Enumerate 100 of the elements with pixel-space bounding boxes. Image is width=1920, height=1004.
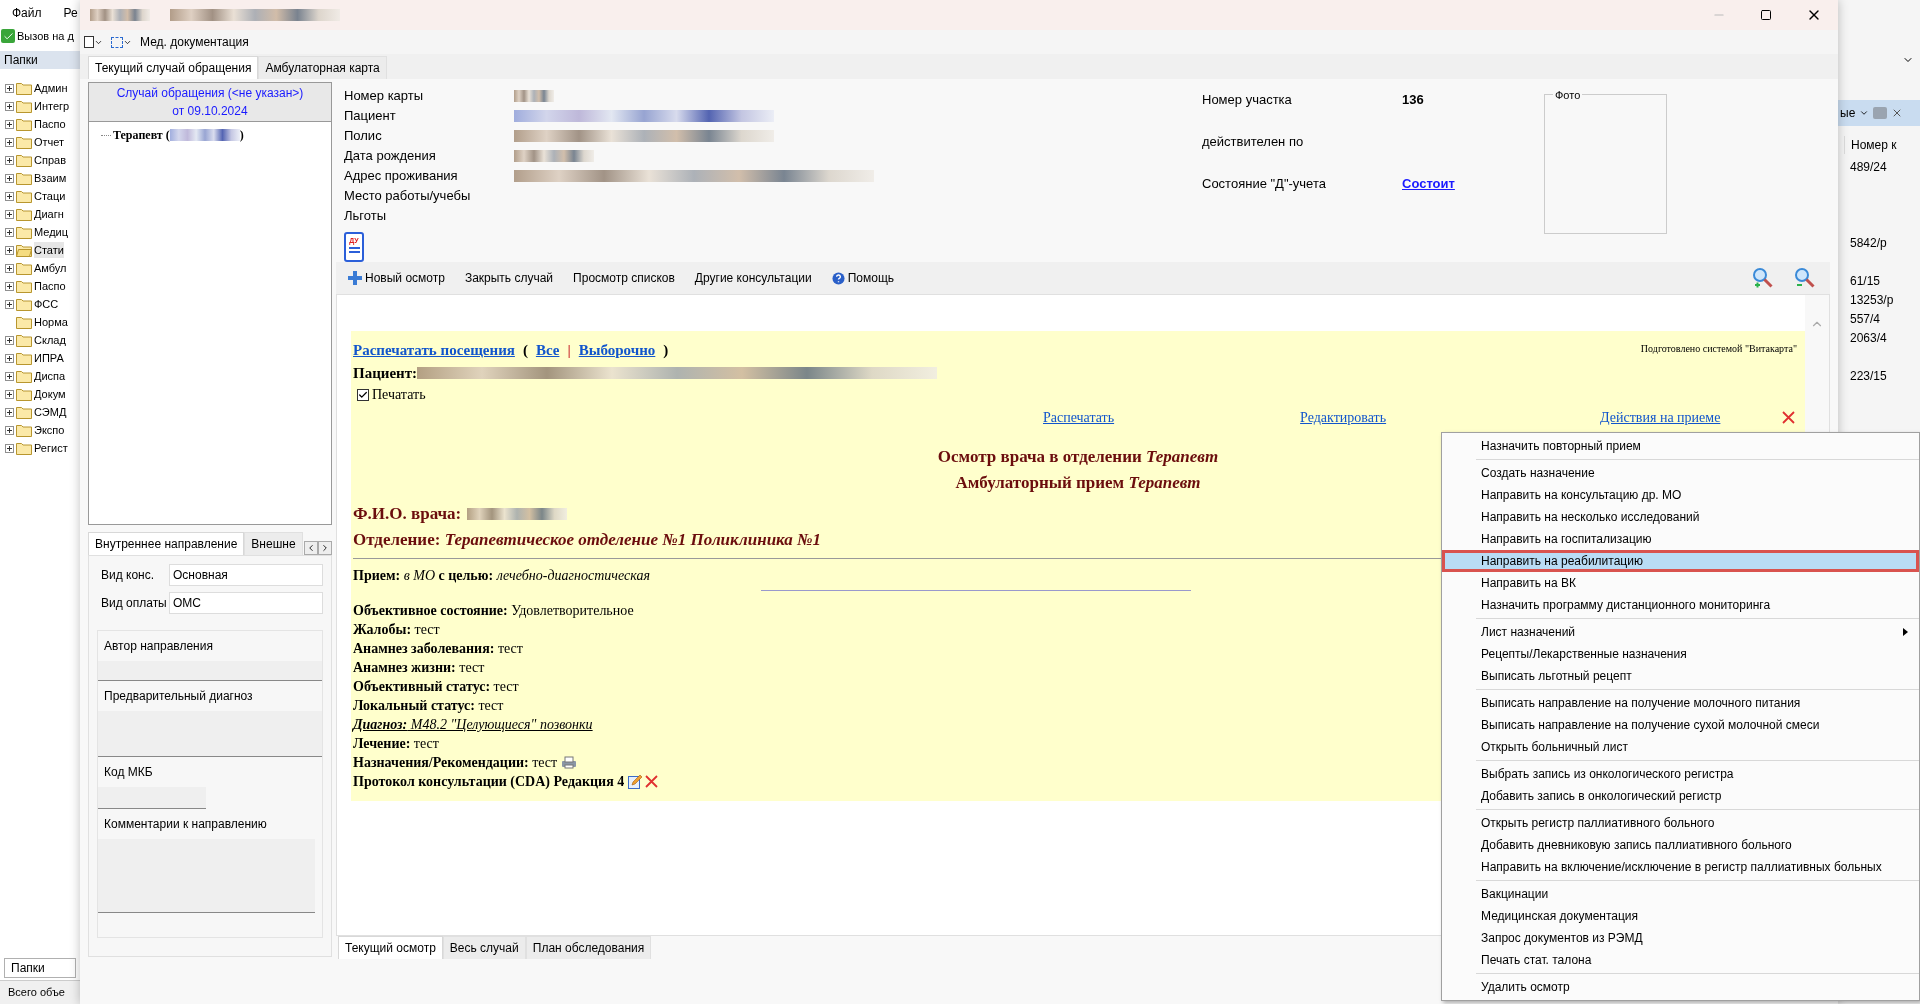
menu-item[interactable]: Выписать льготный рецепт	[1442, 665, 1919, 687]
print-checkbox[interactable]	[357, 388, 369, 401]
toolbar-button[interactable]: Новый осмотр	[348, 269, 445, 287]
expand-icon[interactable]	[5, 425, 14, 435]
case-title[interactable]: Случай обращения (<не указан>)	[116, 84, 304, 102]
expand-icon[interactable]	[5, 407, 14, 417]
all-link[interactable]: Все	[535, 339, 560, 362]
folder-item[interactable]: Отчет	[34, 133, 65, 151]
actions-link[interactable]: Действия на приеме	[1600, 407, 1721, 428]
expand-icon[interactable]	[5, 245, 14, 255]
menu-item[interactable]: Печать стат. талона	[1442, 949, 1919, 971]
menu-item[interactable]: Вакцинации	[1442, 883, 1919, 905]
menu-item[interactable]: Выписать направление на получение сухой молочной смеси	[1442, 714, 1919, 736]
toolbar-button[interactable]: Другие консультации	[694, 269, 812, 287]
folder-item[interactable]: Диспа	[34, 367, 66, 385]
input-field[interactable]	[98, 661, 322, 681]
menu-item[interactable]: Направить на госпитализацию	[1442, 528, 1919, 550]
menu-item[interactable]: Открыть регистр паллиативного больного	[1442, 812, 1919, 834]
input-field[interactable]: ОМС	[169, 592, 323, 614]
menu-item[interactable]: Направить на ВК	[1442, 572, 1919, 594]
import-icon[interactable]	[111, 36, 132, 48]
tab[interactable]: Текущий осмотр	[338, 936, 443, 959]
report-icon[interactable]	[84, 36, 103, 48]
case-date[interactable]: от 09.10.2024	[172, 102, 248, 120]
menu-item[interactable]: Добавить дневниковую запись паллиативного больного	[1442, 834, 1919, 856]
print-link[interactable]: Распечатать	[1043, 407, 1115, 428]
toolbar-button[interactable]: Вызов на д	[0, 25, 75, 47]
menu-item[interactable]: Направить на несколько исследований	[1442, 506, 1919, 528]
menu-item[interactable]: Добавить запись в онкологический регистр	[1442, 785, 1919, 807]
menu-item[interactable]: Удалить осмотр	[1442, 976, 1919, 998]
menu-item[interactable]: Запрос документов из РЭМД	[1442, 927, 1919, 949]
menu-item[interactable]: Выписать направление на получение молочного питания	[1442, 692, 1919, 714]
folder-item[interactable]: Стати	[34, 241, 64, 259]
folder-item[interactable]: Норма	[34, 313, 68, 331]
folder-item[interactable]: СЭМД	[34, 403, 67, 421]
folder-item[interactable]: Интегр	[34, 97, 70, 115]
tab[interactable]: Внутреннее направление	[88, 532, 245, 555]
expand-icon[interactable]	[5, 191, 14, 201]
menu-item[interactable]: Файл	[12, 3, 42, 22]
selective-link[interactable]: Выборочно	[578, 339, 656, 362]
expand-icon[interactable]	[5, 353, 14, 363]
tab[interactable]: Внешне	[244, 532, 303, 555]
menu-item[interactable]: Лист назначений	[1442, 621, 1919, 643]
folder-item[interactable]: Амбул	[34, 259, 67, 277]
folder-item[interactable]: Справ	[34, 151, 66, 169]
toolbar-button[interactable]: Помощь	[831, 269, 895, 287]
folder-item[interactable]: Стаци	[34, 187, 66, 205]
input-field[interactable]	[98, 787, 206, 809]
expand-icon[interactable]	[5, 83, 14, 93]
input-field[interactable]: Основная	[169, 564, 323, 586]
folder-item[interactable]: ФСС	[34, 295, 59, 313]
folder-item[interactable]: Регист	[34, 439, 68, 457]
menu-item[interactable]: Рецепты/Лекарственные назначения	[1442, 643, 1919, 665]
menu-item[interactable]: Направить на реабилитацию	[1442, 550, 1919, 572]
expand-icon[interactable]	[5, 299, 14, 309]
toolbar-button[interactable]: Мед. документация	[140, 33, 249, 51]
expand-icon[interactable]	[5, 335, 14, 345]
expand-icon[interactable]	[5, 155, 14, 165]
expand-icon[interactable]	[5, 281, 14, 291]
expand-icon[interactable]	[5, 137, 14, 147]
menu-item[interactable]: Направить на консультацию др. МО	[1442, 484, 1919, 506]
menu-item[interactable]: Направить на включение/исключение в регистр паллиативных больных	[1442, 856, 1919, 878]
tree-item[interactable]: Терапевт (	[113, 126, 170, 144]
folder-item[interactable]: Докум	[34, 385, 66, 403]
menu-item[interactable]: Открыть больничный лист	[1442, 736, 1919, 758]
folder-item[interactable]: Паспо	[34, 115, 66, 133]
filter-label[interactable]: ые	[1840, 104, 1856, 122]
menu-item[interactable]: Создать назначение	[1442, 462, 1919, 484]
folder-item[interactable]: Экспо	[34, 421, 65, 439]
print-visits-link[interactable]: Распечатать посещения	[353, 339, 515, 362]
expand-icon[interactable]	[5, 209, 14, 219]
expand-icon[interactable]	[5, 227, 14, 237]
diagnosis-link[interactable]: Диагноз: М48.2 "Целующиеся" позвонки	[353, 715, 593, 734]
expand-icon[interactable]	[5, 443, 14, 453]
maximize-icon[interactable]	[1760, 9, 1772, 21]
expand-icon[interactable]	[5, 389, 14, 399]
tab[interactable]: Текущий случай обращения	[88, 56, 259, 79]
panel-tab[interactable]: Папки	[4, 958, 76, 978]
expand-icon[interactable]	[5, 119, 14, 129]
menu-item[interactable]: Ре	[63, 3, 78, 22]
tab[interactable]: План обследования	[525, 936, 652, 959]
tab[interactable]: Амбулаторная карта	[258, 56, 387, 79]
edit-icon[interactable]	[628, 774, 644, 789]
edit-link[interactable]: Редактировать	[1300, 407, 1387, 428]
status-link[interactable]: Состоит	[1402, 173, 1455, 193]
scroll-left-button[interactable]	[304, 541, 318, 555]
input-field[interactable]	[98, 711, 322, 757]
input-field[interactable]	[98, 839, 316, 913]
menu-item[interactable]: Назначить программу дистанционного мониторинга	[1442, 594, 1919, 616]
menu-item[interactable]: Медицинская документация	[1442, 905, 1919, 927]
printer-icon[interactable]	[561, 756, 578, 769]
toolbar-button[interactable]: Закрыть случай	[464, 269, 554, 287]
folder-item[interactable]: Склад	[34, 331, 66, 349]
folder-item[interactable]: Диагн	[34, 205, 64, 223]
zoom-out-icon[interactable]	[1794, 267, 1816, 289]
expand-icon[interactable]	[5, 173, 14, 183]
expand-icon[interactable]	[5, 371, 14, 381]
expand-icon[interactable]	[5, 101, 14, 111]
tab[interactable]: Весь случай	[442, 936, 526, 959]
folder-item[interactable]: Паспо	[34, 277, 66, 295]
